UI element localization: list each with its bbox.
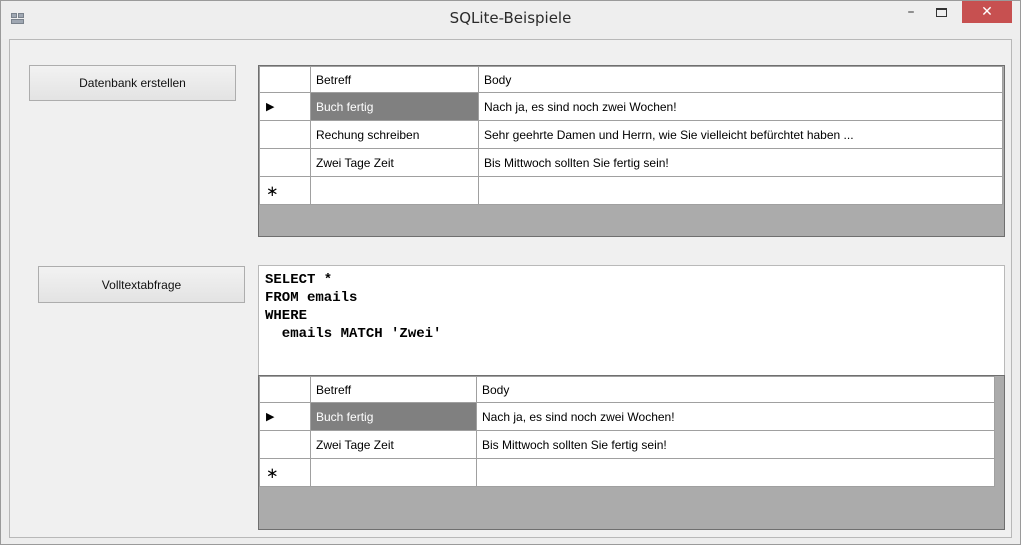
table-cell-betreff[interactable]: Zwei Tage Zeit [310, 430, 477, 459]
current-row-indicator-icon[interactable]: ▶ [259, 92, 311, 121]
table-cell-betreff[interactable]: Zwei Tage Zeit [310, 148, 479, 177]
emails-grid[interactable]: Betreff Body ▶ Buch fertig Nach ja, es s… [258, 65, 1005, 237]
column-header-betreff[interactable]: Betreff [310, 66, 479, 93]
table-cell-body[interactable]: Bis Mittwoch sollten Sie fertig sein! [478, 148, 1003, 177]
new-row-asterisk-icon[interactable]: ∗ [259, 458, 311, 487]
sql-query-textbox[interactable]: SELECT * FROM emails WHERE emails MATCH … [258, 265, 1005, 392]
table-cell-betreff[interactable]: Buch fertig [310, 92, 479, 121]
form-client-area: Datenbank erstellen Volltextabfrage Betr… [9, 39, 1012, 538]
table-cell-body[interactable]: Sehr geehrte Damen und Herrn, wie Sie vi… [478, 120, 1003, 149]
grid-header-row: Betreff Body [259, 376, 995, 403]
table-cell-body[interactable]: Nach ja, es sind noch zwei Wochen! [478, 92, 1003, 121]
maximize-icon [935, 7, 947, 17]
new-row-cell-betreff[interactable] [310, 176, 479, 205]
row-header[interactable] [259, 430, 311, 459]
current-row-indicator-icon[interactable]: ▶ [259, 402, 311, 431]
column-header-body[interactable]: Body [476, 376, 995, 403]
close-button[interactable]: ✕ [962, 1, 1012, 23]
fulltext-query-button[interactable]: Volltextabfrage [38, 266, 245, 303]
new-row[interactable]: ∗ [259, 458, 995, 487]
table-cell-betreff[interactable]: Rechung schreiben [310, 120, 479, 149]
new-row[interactable]: ∗ [259, 176, 1003, 205]
new-row-cell-betreff[interactable] [310, 458, 477, 487]
grid-corner[interactable] [259, 376, 311, 403]
new-row-cell-body[interactable] [478, 176, 1003, 205]
app-window: SQLite-Beispiele – ✕ Datenbank erstellen… [0, 0, 1021, 545]
table-cell-betreff[interactable]: Buch fertig [310, 402, 477, 431]
table-row[interactable]: Zwei Tage Zeit Bis Mittwoch sollten Sie … [259, 148, 1003, 177]
maximize-button[interactable] [927, 1, 955, 23]
grid-corner[interactable] [259, 66, 311, 93]
grid-header-row: Betreff Body [259, 66, 1003, 93]
table-row[interactable]: Rechung schreiben Sehr geehrte Damen und… [259, 120, 1003, 149]
minimize-button[interactable]: – [897, 1, 925, 23]
window-title: SQLite-Beispiele [449, 9, 572, 27]
table-row[interactable]: Zwei Tage Zeit Bis Mittwoch sollten Sie … [259, 430, 995, 459]
table-cell-body[interactable]: Bis Mittwoch sollten Sie fertig sein! [476, 430, 995, 459]
column-header-body[interactable]: Body [478, 66, 1003, 93]
row-header[interactable] [259, 120, 311, 149]
row-header[interactable] [259, 148, 311, 177]
create-database-button[interactable]: Datenbank erstellen [29, 65, 236, 101]
table-row[interactable]: ▶ Buch fertig Nach ja, es sind noch zwei… [259, 402, 995, 431]
query-result-grid[interactable]: Betreff Body ▶ Buch fertig Nach ja, es s… [258, 375, 1005, 530]
table-cell-body[interactable]: Nach ja, es sind noch zwei Wochen! [476, 402, 995, 431]
column-header-betreff[interactable]: Betreff [310, 376, 477, 403]
title-bar[interactable]: SQLite-Beispiele – ✕ [1, 1, 1020, 39]
table-row[interactable]: ▶ Buch fertig Nach ja, es sind noch zwei… [259, 92, 1003, 121]
new-row-cell-body[interactable] [476, 458, 995, 487]
new-row-asterisk-icon[interactable]: ∗ [259, 176, 311, 205]
